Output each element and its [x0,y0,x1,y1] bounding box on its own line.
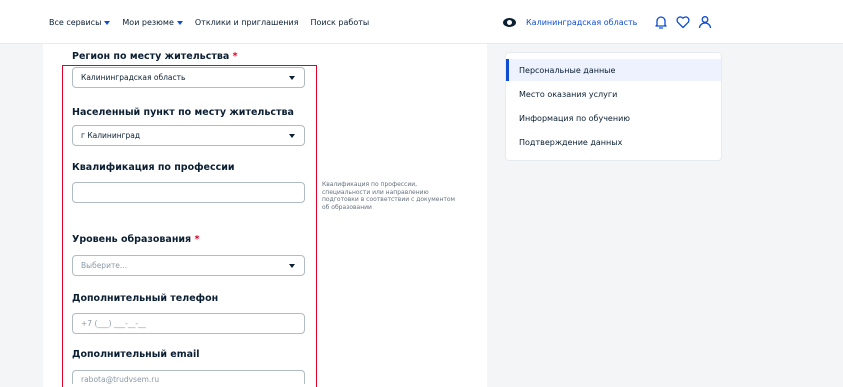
education-label: Уровень образования * [72,234,199,245]
phone-label-text: Дополнительный телефон [72,293,219,304]
qualification-hint: Квалификация по профессии, специальности… [322,181,456,211]
nav-all-services-label: Все сервисы [49,18,102,27]
sidebar-item-label: Подтверждение данных [519,137,623,147]
email-input-placeholder: rabota@trudvsem.ru [81,375,160,384]
region-label-text: Регион по месту жительства [72,51,230,62]
eye-icon[interactable] [503,17,516,27]
sidebar-item-label: Место оказания услуги [519,89,618,99]
chevron-down-icon [289,264,295,268]
nav-responses-label: Отклики и приглашения [194,18,299,27]
top-navigation-bar: Все сервисы Мои резюме Отклики и приглаш… [0,0,843,44]
chevron-down-icon [176,20,183,25]
required-mark: * [232,51,238,62]
section-navigation: Персональные данные Место оказания услуг… [505,52,722,161]
email-input[interactable]: rabota@trudvsem.ru [72,370,305,384]
education-label-text: Уровень образования [72,234,192,245]
chevron-down-icon [289,76,295,80]
sidebar-item-personal-data[interactable]: Персональные данные [506,59,721,81]
sidebar-item-service-location[interactable]: Место оказания услуги [506,83,721,105]
region-select[interactable]: Калининградская область [72,67,305,88]
sidebar-item-label: Персональные данные [519,65,616,75]
user-icon[interactable] [697,14,713,30]
main-nav: Все сервисы Мои резюме Отклики и приглаш… [49,18,381,27]
sidebar-item-label: Информация по обучению [519,113,631,123]
qualification-input[interactable] [72,182,305,203]
nav-job-search-label: Поиск работы [310,18,370,27]
locality-label-text: Населенный пункт по месту жительства [72,107,294,118]
heart-icon[interactable] [675,14,691,30]
locality-select[interactable]: г Калининград [72,125,305,146]
required-mark: * [194,234,200,245]
locality-label: Населенный пункт по месту жительства [72,107,294,118]
region-label: Регион по месту жительства * [72,51,238,62]
email-label-text: Дополнительный email [72,349,200,360]
header-actions: Калининградская область [503,12,719,32]
education-select-placeholder: Выберите... [81,261,128,270]
chevron-down-icon [289,134,295,138]
chevron-down-icon [104,20,111,25]
phone-label: Дополнительный телефон [72,293,218,304]
phone-input[interactable]: +7 (___) ___-__-__ [72,313,305,334]
nav-my-resumes-label: Мои резюме [122,18,174,27]
nav-responses-invitations[interactable]: Отклики и приглашения [195,18,299,27]
qualification-label-text: Квалификация по профессии [72,162,235,173]
region-select-value: Калининградская область [81,73,186,82]
nav-job-search[interactable]: Поиск работы [311,18,370,27]
education-select[interactable]: Выберите... [72,255,305,276]
nav-my-resumes[interactable]: Мои резюме [122,18,183,27]
bell-icon[interactable] [653,14,669,30]
email-label: Дополнительный email [72,349,200,360]
qualification-label: Квалификация по профессии [72,162,235,173]
phone-input-placeholder: +7 (___) ___-__-__ [81,319,146,328]
region-selector[interactable]: Калининградская область [526,18,637,27]
locality-select-value: г Калининград [81,131,141,140]
nav-all-services[interactable]: Все сервисы [49,18,111,27]
sidebar-item-data-confirmation[interactable]: Подтверждение данных [506,131,721,153]
sidebar-item-education-info[interactable]: Информация по обучению [506,107,721,129]
